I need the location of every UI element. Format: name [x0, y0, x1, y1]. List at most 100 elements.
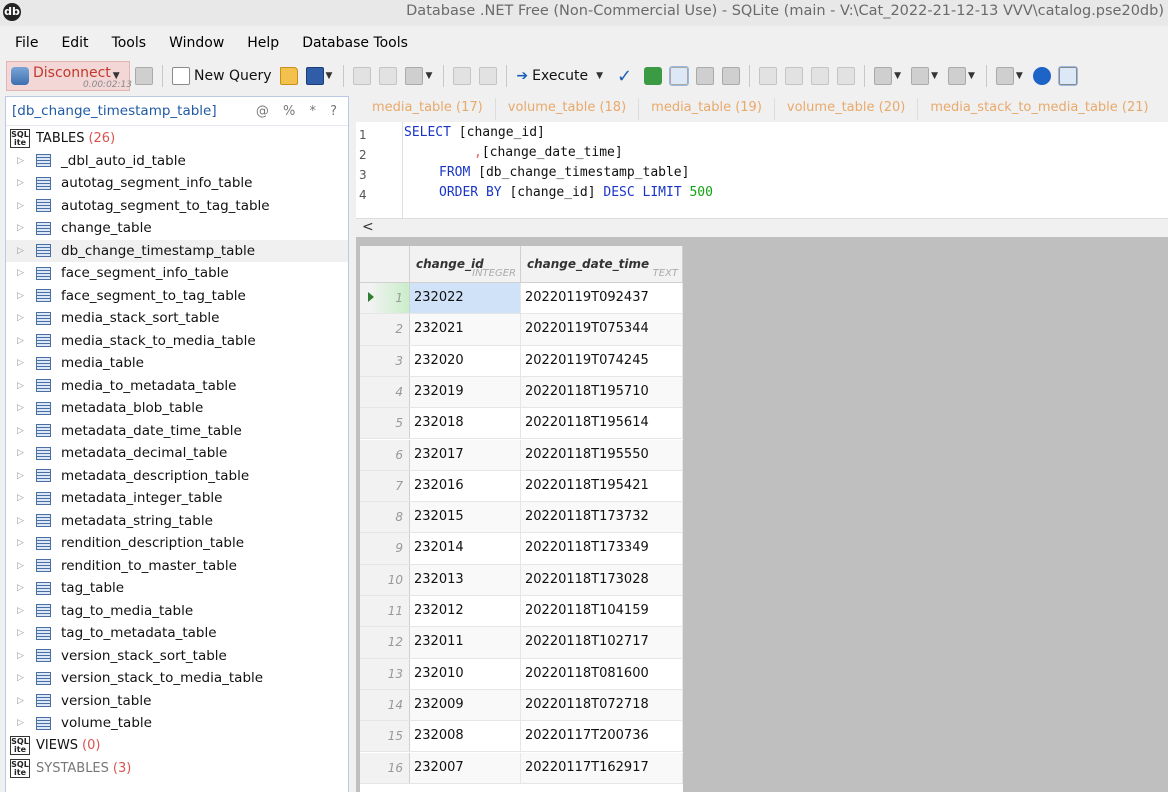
explorer-tools[interactable]: @ % * ? [256, 104, 342, 119]
expand-icon[interactable]: ▷ [17, 426, 36, 436]
notes-button[interactable] [1056, 62, 1080, 90]
table-row[interactable]: 4 232019 20220118T195710 [360, 376, 683, 409]
chevron-down-icon[interactable]: ▼ [968, 71, 975, 81]
expand-icon[interactable]: ▷ [17, 223, 36, 233]
expand-icon[interactable]: ▷ [17, 538, 36, 548]
cut-button[interactable] [350, 62, 374, 90]
cell-change-id[interactable]: 232021 [410, 314, 521, 345]
disconnect-button[interactable]: Disconnect ▼ 0.00:02:13 [6, 61, 132, 91]
cell-change-date-time[interactable]: 20220118T173732 [521, 502, 683, 533]
chevron-down-icon[interactable]: ▼ [931, 71, 938, 81]
row-header[interactable]: 12 [360, 627, 410, 658]
cell-change-id[interactable]: 232014 [410, 533, 521, 564]
save-button[interactable]: ▼ [303, 62, 338, 90]
table-row[interactable]: 7 232016 20220118T195421 [360, 470, 683, 503]
table-node[interactable]: ▷ autotag_segment_info_table [6, 172, 348, 195]
tab-media-table-19[interactable]: media_table (19) [638, 98, 774, 120]
row-header[interactable]: 3 [360, 345, 410, 376]
row-header[interactable]: 5 [360, 408, 410, 439]
grid-view-button[interactable] [667, 62, 691, 90]
table-node[interactable]: ▷ media_to_metadata_table [6, 375, 348, 398]
outdent-button[interactable] [834, 62, 858, 90]
table-node[interactable]: ▷ volume_table [6, 712, 348, 735]
table-node[interactable]: ▷ media_stack_sort_table [6, 307, 348, 330]
chevron-down-icon[interactable]: ▼ [1016, 71, 1023, 81]
table-node[interactable]: ▷ _dbl_auto_id_table [6, 150, 348, 173]
table-node[interactable]: ▷ version_stack_sort_table [6, 645, 348, 668]
table-row[interactable]: 9 232014 20220118T173349 [360, 533, 683, 565]
table-node[interactable]: ▷ media_stack_to_media_table [6, 330, 348, 353]
copy-button[interactable] [376, 62, 400, 90]
row-header[interactable]: 4 [360, 376, 410, 408]
expand-icon[interactable]: ▷ [17, 336, 36, 346]
expand-icon[interactable]: ▷ [17, 471, 36, 481]
tab-media-table-17[interactable]: media_table (17) [360, 98, 495, 120]
cell-change-date-time[interactable]: 20220118T195614 [521, 408, 683, 439]
table-row[interactable]: 14 232009 20220118T072718 [360, 689, 683, 722]
cell-change-date-time[interactable]: 20220118T173028 [521, 564, 683, 595]
expand-icon[interactable]: ▷ [17, 628, 36, 638]
align-left-button[interactable] [756, 62, 780, 90]
cell-change-date-time[interactable]: 20220119T074245 [521, 345, 683, 376]
column-header-change-id[interactable]: change_id INTEGER [410, 246, 521, 283]
chevron-down-icon[interactable]: ▼ [894, 71, 901, 81]
expand-icon[interactable]: ▷ [17, 381, 36, 391]
cell-change-date-time[interactable]: 20220118T195710 [521, 376, 683, 408]
cell-change-date-time[interactable]: 20220119T075344 [521, 314, 683, 345]
expand-icon[interactable]: ▷ [17, 493, 36, 503]
tab-media-stack-to-media-table-21[interactable]: media_stack_to_media_table (21) [917, 98, 1160, 120]
cell-change-id[interactable]: 232008 [410, 721, 521, 752]
sql-tools-button[interactable]: ▼ [908, 62, 943, 90]
cell-change-id[interactable]: 232011 [410, 627, 521, 658]
sql-editor[interactable]: 1 2 3 4 SELECT [change_id] ,[change_date… [356, 122, 1168, 218]
systables-node[interactable]: SQL ite SYSTABLES (3) [6, 757, 348, 780]
expand-icon[interactable]: ▷ [17, 583, 36, 593]
cell-change-id[interactable]: 232009 [410, 689, 521, 721]
cell-change-id[interactable]: 232015 [410, 502, 521, 533]
expand-icon[interactable]: ▷ [17, 201, 36, 211]
paste-button[interactable]: ▼ [402, 62, 437, 90]
table-row[interactable]: 3 232020 20220119T074245 [360, 345, 683, 377]
cell-change-date-time[interactable]: 20220118T072718 [521, 689, 683, 721]
web-button[interactable]: ▼ [993, 62, 1028, 90]
table-row[interactable]: 10 232013 20220118T173028 [360, 564, 683, 596]
table-row[interactable]: 11 232012 20220118T104159 [360, 596, 683, 628]
table-row[interactable]: 15 232008 20220117T200736 [360, 721, 683, 753]
cell-change-date-time[interactable]: 20220119T092437 [521, 283, 683, 314]
execute-button[interactable]: ➔ Execute ▼ [513, 62, 608, 90]
cell-change-id[interactable]: 232018 [410, 408, 521, 439]
table-node[interactable]: ▷ metadata_integer_table [6, 487, 348, 510]
file-view-button[interactable] [719, 62, 743, 90]
table-node[interactable]: ▷ metadata_blob_table [6, 397, 348, 420]
cell-change-id[interactable]: 232020 [410, 345, 521, 376]
row-header[interactable]: 1 [360, 283, 410, 314]
menu-tools[interactable]: Tools [97, 31, 155, 57]
cell-change-id[interactable]: 232010 [410, 658, 521, 689]
table-node[interactable]: ▷ version_table [6, 690, 348, 713]
table-row[interactable]: 6 232017 20220118T195550 [360, 439, 683, 471]
expand-icon[interactable]: ▷ [17, 156, 36, 166]
expand-icon[interactable]: ▷ [17, 178, 36, 188]
row-header[interactable]: 6 [360, 439, 410, 470]
table-row[interactable]: 5 232018 20220118T195614 [360, 408, 683, 440]
chevron-down-icon[interactable]: ▼ [425, 71, 432, 81]
settings-button[interactable]: ▼ [945, 62, 980, 90]
table-row[interactable]: 2 232021 20220119T075344 [360, 314, 683, 346]
tables-node[interactable]: SQL ite TABLES (26) [6, 127, 348, 150]
menu-help[interactable]: Help [232, 31, 287, 57]
print-button[interactable]: ▼ [871, 62, 906, 90]
expand-icon[interactable]: ▷ [17, 651, 36, 661]
table-node[interactable]: ▷ metadata_date_time_table [6, 420, 348, 443]
query-plan-button[interactable] [641, 62, 665, 90]
row-header[interactable]: 11 [360, 596, 410, 627]
row-header[interactable]: 2 [360, 314, 410, 345]
table-node[interactable]: ▷ autotag_segment_to_tag_table [6, 195, 348, 218]
table-node[interactable]: ▷ db_change_timestamp_table [6, 239, 348, 262]
expand-icon[interactable]: ▷ [17, 291, 36, 301]
table-row[interactable]: 12 232011 20220118T102717 [360, 627, 683, 659]
results-grid[interactable]: change_id INTEGER change_date_time TEXT … [360, 246, 683, 792]
cell-change-date-time[interactable]: 20220118T104159 [521, 596, 683, 627]
scroll-left-icon[interactable]: < [362, 219, 374, 235]
table-row[interactable]: 8 232015 20220118T173732 [360, 502, 683, 534]
expand-icon[interactable]: ▷ [17, 561, 36, 571]
